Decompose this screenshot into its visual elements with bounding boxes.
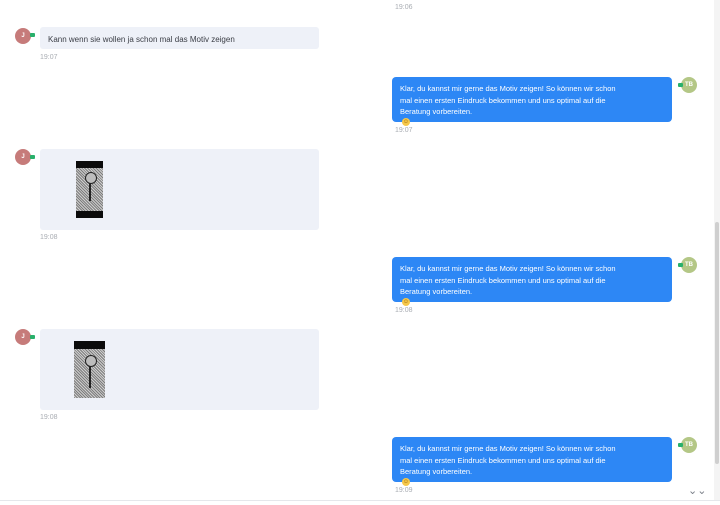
message-line: Beratung vorbereiten. (400, 467, 473, 477)
avatar-initials: TB (685, 262, 693, 268)
message-line: mal einen ersten Eindruck bekommen und u… (400, 95, 606, 105)
avatar: J (15, 149, 31, 165)
smile-emoji-icon: ☺ (402, 477, 410, 486)
outgoing-message: Klar, du kannst mir gerne das Motiv zeig… (392, 77, 672, 126)
smile-emoji-icon: ☺ (402, 297, 410, 306)
avatar: TB (681, 257, 697, 273)
channel-badge-icon (678, 263, 683, 267)
channel-badge-icon (678, 83, 683, 87)
message-timestamp: 19:06 (395, 4, 413, 11)
chat-history[interactable]: 19:06 J Kann wenn sie wollen ja schon ma… (0, 0, 712, 500)
incoming-message (40, 149, 319, 230)
double-chevron-down-icon: ⌄⌄ (688, 485, 707, 497)
channel-badge-icon (30, 335, 35, 339)
message-timestamp: 19:07 (40, 54, 58, 61)
channel-badge-icon (678, 443, 683, 447)
message-text: Kann wenn sie wollen ja schon mal das Mo… (48, 35, 235, 44)
outgoing-message: Klar, du kannst mir gerne das Motiv zeig… (392, 437, 672, 486)
message-line: Klar, du kannst mir gerne das Motiv zeig… (400, 84, 616, 93)
incoming-message (40, 329, 319, 410)
smile-emoji-icon: ☺ (402, 117, 410, 126)
avatar: J (15, 329, 31, 345)
incoming-message: Kann wenn sie wollen ja schon mal das Mo… (40, 27, 319, 49)
avatar-initials: J (21, 33, 25, 39)
channel-badge-icon (30, 33, 35, 37)
message-line: Beratung vorbereiten. (400, 287, 473, 297)
avatar: TB (681, 437, 697, 453)
message-line: mal einen ersten Eindruck bekommen und u… (400, 455, 606, 465)
message-line: Klar, du kannst mir gerne das Motiv zeig… (400, 264, 616, 273)
message-timestamp: 19:08 (395, 307, 413, 314)
avatar-initials: TB (685, 442, 693, 448)
image-attachment[interactable] (76, 161, 103, 218)
avatar-initials: TB (685, 82, 693, 88)
scrollbar[interactable] (714, 0, 720, 500)
message-timestamp: 19:08 (40, 234, 58, 241)
avatar-initials: J (21, 154, 25, 160)
message-timestamp: 19:09 (395, 487, 413, 494)
image-attachment[interactable] (74, 341, 105, 398)
avatar: J (15, 28, 31, 44)
channel-badge-icon (30, 155, 35, 159)
message-line: mal einen ersten Eindruck bekommen und u… (400, 275, 606, 285)
scrollbar-thumb[interactable] (715, 222, 719, 464)
avatar-initials: J (21, 334, 25, 340)
message-line: Beratung vorbereiten. (400, 107, 473, 117)
scroll-to-bottom-button[interactable]: ⌄⌄ (688, 486, 706, 498)
message-line: Klar, du kannst mir gerne das Motiv zeig… (400, 444, 616, 453)
divider (0, 500, 720, 501)
message-timestamp: 19:07 (395, 127, 413, 134)
outgoing-message: Klar, du kannst mir gerne das Motiv zeig… (392, 257, 672, 306)
message-timestamp: 19:08 (40, 414, 58, 421)
avatar: TB (681, 77, 697, 93)
